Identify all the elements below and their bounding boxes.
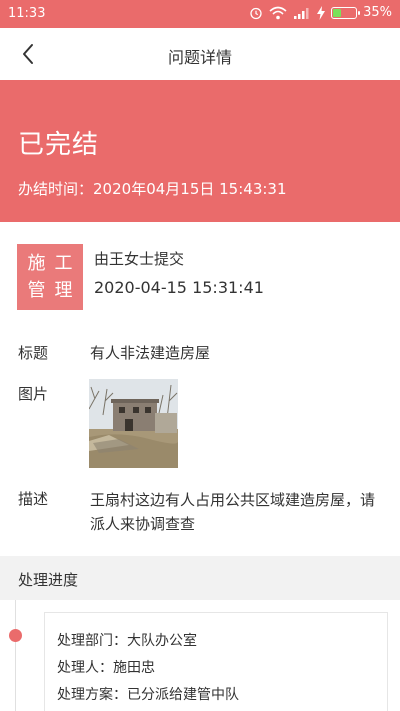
battery-icon	[331, 6, 361, 19]
status-banner: 已完结 办结时间：2020年04月15日 15:43:31	[0, 80, 400, 222]
category-char: 理	[54, 279, 73, 301]
battery-percent: 35%	[363, 5, 392, 20]
category-char: 管	[27, 279, 46, 301]
image-label: 图片	[18, 385, 49, 403]
status-bar: 11:33 35%	[0, 0, 400, 28]
nav-bar: 问题详情	[0, 28, 400, 80]
charging-icon	[317, 5, 326, 20]
progress-section-header: 处理进度	[0, 556, 400, 600]
title-label: 标题	[18, 344, 49, 362]
submitter-section: 施 工 管 理 由王女士提交 2020-04-15 15:31:41	[0, 222, 400, 322]
description-value: 王扇村这边有人占用公共区域建造房屋，请派人来协调查查	[90, 491, 376, 533]
category-char: 施	[27, 252, 46, 274]
wifi-icon	[269, 6, 287, 19]
issue-photo-thumbnail[interactable]	[89, 379, 178, 468]
progress-department: 处理部门：大队办公室	[57, 630, 197, 650]
department-label: 处理部门：	[57, 633, 127, 649]
completion-status: 已完结	[18, 130, 100, 160]
title-value: 有人非法建造房屋	[90, 344, 211, 362]
alarm-icon	[250, 7, 262, 19]
progress-plan: 处理方案：已分派给建管中队	[57, 684, 239, 704]
department-value: 大队办公室	[127, 633, 197, 649]
signal-icon	[294, 7, 309, 19]
submitter-name: 由王女士提交	[94, 250, 185, 268]
handler-label: 处理人：	[57, 660, 113, 676]
plan-label: 处理方案：	[57, 687, 127, 703]
description-label: 描述	[18, 490, 49, 508]
handler-value: 施田忠	[113, 660, 155, 676]
timeline-dot	[9, 629, 22, 642]
status-time: 11:33	[8, 6, 46, 21]
progress-card: 处理部门：大队办公室 处理人：施田忠 处理方案：已分派给建管中队	[44, 612, 388, 711]
completion-time-value: 2020年04月15日 15:43:31	[93, 180, 287, 198]
page-title: 问题详情	[167, 48, 232, 67]
battery-fill	[333, 8, 341, 17]
category-badge: 施 工 管 理	[17, 244, 83, 310]
category-char: 工	[54, 252, 73, 274]
progress-handler: 处理人：施田忠	[57, 657, 155, 677]
plan-value: 已分派给建管中队	[127, 687, 239, 703]
submitted-time: 2020-04-15 15:31:41	[94, 278, 264, 297]
timeline-line	[15, 600, 16, 711]
status-icons: 35%	[249, 5, 392, 20]
completion-time: 办结时间：2020年04月15日 15:43:31	[18, 178, 287, 199]
progress-section-title: 处理进度	[18, 571, 79, 589]
completion-time-label: 办结时间：	[18, 180, 94, 198]
